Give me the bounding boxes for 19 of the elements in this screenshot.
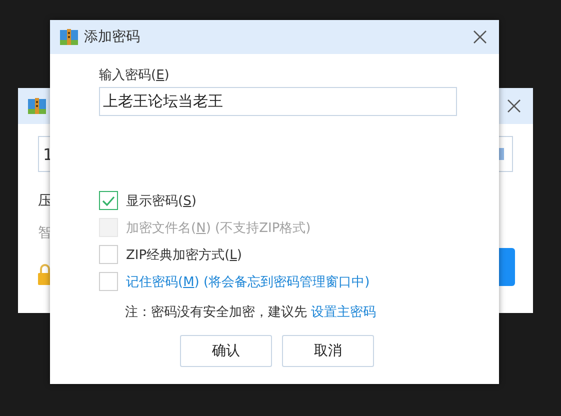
set-master-password-link[interactable]: 设置主密码 [311, 303, 376, 321]
dialog-button[interactable]: 确认 [180, 335, 272, 367]
field-label: 压 [38, 192, 52, 210]
password-field[interactable]: 上老王论坛当老王 [99, 87, 457, 116]
close-icon[interactable] [473, 30, 487, 44]
window-title: 添加密码 [84, 28, 140, 46]
archive-app-icon [28, 97, 46, 115]
close-icon[interactable] [507, 99, 521, 113]
checkbox[interactable] [99, 245, 118, 264]
field-label: 输入密码(E) [99, 67, 170, 84]
archive-app-icon [60, 28, 78, 46]
checkbox-label[interactable]: 记住密码(M) (将会备忘到密码管理窗口中) [126, 272, 370, 290]
dialog-button[interactable]: 取消 [282, 335, 374, 367]
checkbox-label[interactable]: 显示密码(S) [126, 192, 196, 210]
checkmark-icon [102, 196, 115, 206]
checkbox-label[interactable]: ZIP经典加密方式(L) [126, 246, 242, 264]
note-text: 注：密码没有安全加密，建议先 [125, 304, 307, 321]
checkbox[interactable] [99, 191, 118, 210]
checkbox[interactable] [99, 272, 118, 291]
